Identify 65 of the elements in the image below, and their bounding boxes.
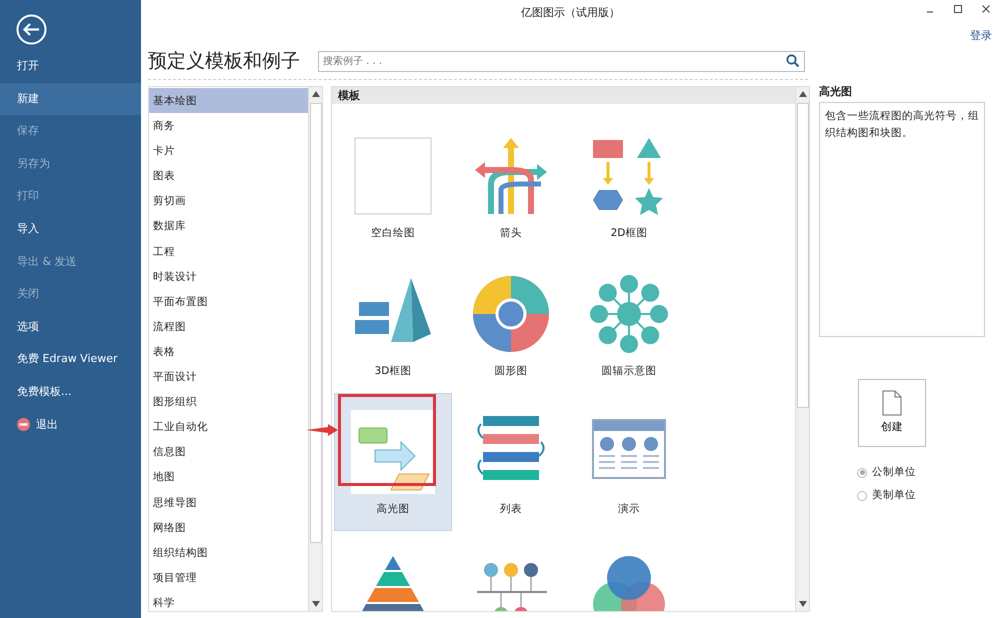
template-label: 圆辐示意图 <box>602 364 656 379</box>
maximize-button[interactable] <box>953 4 963 14</box>
menu-item[interactable]: 导入 <box>0 212 141 246</box>
radio-label[interactable]: 美制单位 <box>872 488 916 504</box>
description-text: 包含一些流程图的高光符号，组织结构图和块图。 <box>819 102 985 337</box>
create-button[interactable]: 创建 <box>858 379 926 447</box>
template-tile[interactable]: 箭头 <box>452 117 570 255</box>
category-item[interactable]: 组织结构图 <box>149 540 308 565</box>
window-title: 亿图图示（试用版） <box>521 5 620 21</box>
category-item[interactable]: 图形组织 <box>149 389 308 414</box>
category-item[interactable]: 思维导图 <box>149 490 308 515</box>
menu-item[interactable]: 选项 <box>0 310 141 344</box>
menu-item[interactable]: 退出 <box>0 408 141 442</box>
radio-button[interactable] <box>857 490 867 500</box>
template-tile[interactable]: 演示 <box>570 393 688 531</box>
template-tile[interactable]: 圆辐示意图 <box>570 255 688 393</box>
login-link[interactable]: 登录 <box>970 28 992 44</box>
category-item[interactable]: 网络图 <box>149 514 308 540</box>
category-item[interactable]: 卡片 <box>149 138 308 164</box>
menu-item[interactable]: 免费模板... <box>0 376 141 409</box>
category-item[interactable]: 时装设计 <box>149 264 308 289</box>
template-tile[interactable]: 圆形图 <box>452 255 570 393</box>
menu-item[interactable]: 打开 <box>0 50 141 83</box>
template-label: 箭头 <box>500 226 522 241</box>
template-tile[interactable]: 2D框图 <box>570 117 688 255</box>
category-item[interactable]: 平面设计 <box>149 364 308 390</box>
template-label: 3D框图 <box>374 364 412 379</box>
category-item[interactable]: 表格 <box>149 338 308 364</box>
template-label: 圆形图 <box>494 364 528 379</box>
template-label: 空白绘图 <box>371 226 415 241</box>
template-tile[interactable]: 3D框图 <box>334 255 452 393</box>
category-item[interactable]: 信息图 <box>149 439 308 464</box>
category-item[interactable]: 平面布置图 <box>149 288 308 314</box>
category-item[interactable]: 商务 <box>149 113 308 138</box>
menu-item[interactable]: 新建 <box>0 82 141 116</box>
category-item[interactable]: 地图 <box>149 464 308 490</box>
pointer-arrow <box>306 424 338 436</box>
page-heading: 预定义模板和例子 <box>147 49 300 74</box>
close-button[interactable] <box>981 4 991 14</box>
radio-button[interactable] <box>857 468 867 478</box>
template-tile[interactable]: 高光图 <box>334 393 452 531</box>
template-label: 高光图 <box>376 502 410 517</box>
category-item[interactable]: 工业自动化 <box>149 414 308 440</box>
category-item[interactable]: 科学 <box>149 590 308 615</box>
template-tile[interactable]: 列表 <box>452 393 570 531</box>
document-icon <box>882 390 902 416</box>
category-item[interactable]: 图表 <box>149 163 308 188</box>
section-header: 模板 <box>332 87 795 104</box>
menu-item[interactable]: 免费 Edraw Viewer <box>0 343 141 376</box>
template-tile[interactable]: 空白绘图 <box>334 117 452 255</box>
template-label: 2D框图 <box>610 226 648 241</box>
category-item[interactable]: 流程图 <box>149 314 308 339</box>
scrollbar-thumb[interactable] <box>310 103 322 543</box>
template-title: 高光图 <box>819 84 853 100</box>
template-label: 列表 <box>500 502 522 517</box>
radio-label[interactable]: 公制单位 <box>872 464 916 480</box>
category-item[interactable]: 项目管理 <box>149 564 308 590</box>
category-item[interactable]: 基本绘图 <box>149 88 308 114</box>
category-item[interactable]: 剪切画 <box>149 188 308 214</box>
category-item[interactable]: 数据库 <box>149 213 308 239</box>
back-icon[interactable] <box>16 14 47 45</box>
scrollbar-thumb[interactable] <box>796 103 808 408</box>
no-entry-icon <box>17 418 30 432</box>
category-item[interactable]: 工程 <box>149 238 308 264</box>
template-label: 演示 <box>618 502 640 517</box>
